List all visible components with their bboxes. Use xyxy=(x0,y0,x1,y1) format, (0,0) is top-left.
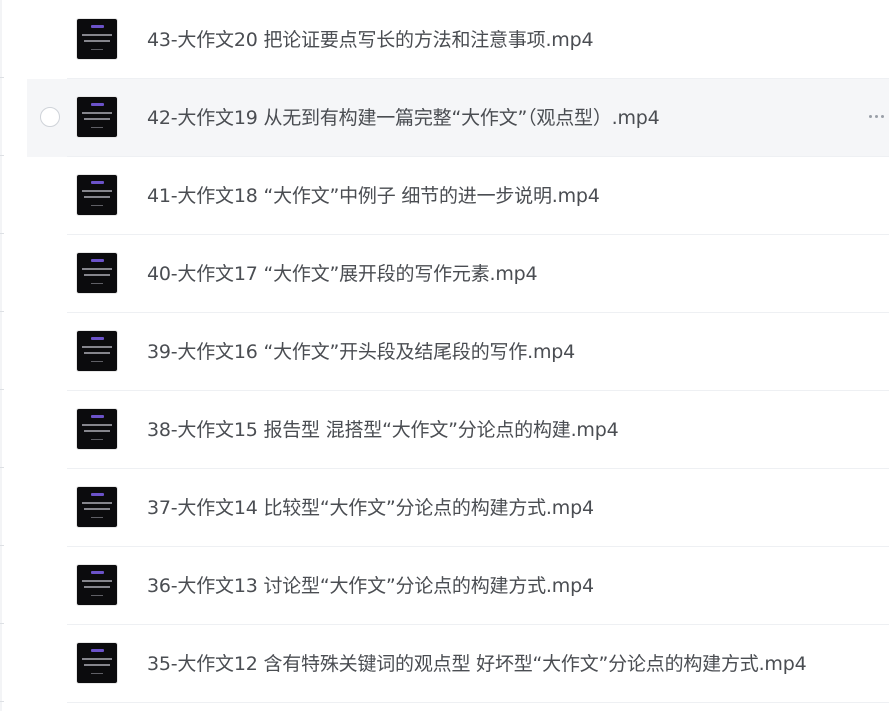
video-thumbnail-icon[interactable] xyxy=(77,565,117,605)
left-edge-mark xyxy=(0,545,4,546)
thumbnail-decoration xyxy=(84,430,110,432)
more-options-icon[interactable] xyxy=(869,111,887,123)
file-row[interactable]: 43-大作文20 把论证要点写长的方法和注意事项.mp4 xyxy=(27,1,889,79)
video-thumbnail-icon[interactable] xyxy=(77,19,117,59)
file-row[interactable]: 41-大作文18 “大作文”中例子 细节的进一步说明.mp4 xyxy=(27,157,889,235)
left-edge-mark xyxy=(0,311,4,312)
more-dot xyxy=(869,115,872,118)
file-row[interactable]: 39-大作文16 “大作文”开头段及结尾段的写作.mp4 xyxy=(27,313,889,391)
left-edge-mark xyxy=(0,701,4,702)
thumbnail-decoration xyxy=(91,439,103,440)
file-name[interactable]: 40-大作文17 “大作文”展开段的写作元素.mp4 xyxy=(147,263,538,285)
thumbnail-decoration xyxy=(91,103,104,106)
thumbnail-decoration xyxy=(91,415,104,418)
left-edge-mark xyxy=(0,233,4,234)
thumbnail-decoration xyxy=(84,274,110,276)
file-row[interactable]: 38-大作文15 报告型 混搭型“大作文”分论点的构建.mp4 xyxy=(27,391,889,469)
thumbnail-decoration xyxy=(84,196,110,198)
thumbnail-decoration xyxy=(82,502,112,504)
left-edge-mark xyxy=(0,467,4,468)
thumbnail-decoration xyxy=(82,658,112,660)
file-list: 43-大作文20 把论证要点写长的方法和注意事项.mp4 42-大作文19 从无到… xyxy=(0,0,889,711)
thumbnail-decoration xyxy=(82,34,112,36)
thumbnail-decoration xyxy=(91,283,103,284)
thumbnail-decoration xyxy=(91,181,104,184)
thumbnail-decoration xyxy=(91,595,103,596)
thumbnail-decoration xyxy=(91,337,104,340)
thumbnail-decoration xyxy=(82,346,112,348)
left-edge-mark xyxy=(0,155,4,156)
file-name[interactable]: 43-大作文20 把论证要点写长的方法和注意事项.mp4 xyxy=(147,29,594,51)
thumbnail-decoration xyxy=(84,508,110,510)
video-thumbnail-icon[interactable] xyxy=(77,643,117,683)
video-thumbnail-icon[interactable] xyxy=(77,175,117,215)
thumbnail-decoration xyxy=(82,190,112,192)
video-thumbnail-icon[interactable] xyxy=(77,331,117,371)
video-thumbnail-icon[interactable] xyxy=(77,97,117,137)
file-row[interactable]: 42-大作文19 从无到有构建一篇完整“大作文”（观点型）.mp4 xyxy=(27,79,889,157)
file-name[interactable]: 36-大作文13 讨论型“大作文”分论点的构建方式.mp4 xyxy=(147,575,594,597)
thumbnail-decoration xyxy=(82,112,112,114)
thumbnail-decoration xyxy=(91,49,103,50)
left-panel-edge xyxy=(0,0,2,711)
thumbnail-decoration xyxy=(91,493,104,496)
left-edge-mark xyxy=(0,623,4,624)
file-row[interactable]: 40-大作文17 “大作文”展开段的写作元素.mp4 xyxy=(27,235,889,313)
thumbnail-decoration xyxy=(84,118,110,120)
video-thumbnail-icon[interactable] xyxy=(77,487,117,527)
more-dot xyxy=(875,115,878,118)
thumbnail-decoration xyxy=(91,127,103,128)
file-row[interactable]: 35-大作文12 含有特殊关键词的观点型 好坏型“大作文”分论点的构建方式.mp… xyxy=(27,625,889,703)
thumbnail-decoration xyxy=(84,664,110,666)
video-thumbnail-icon[interactable] xyxy=(77,253,117,293)
thumbnail-decoration xyxy=(82,268,112,270)
thumbnail-decoration xyxy=(91,571,104,574)
file-name[interactable]: 39-大作文16 “大作文”开头段及结尾段的写作.mp4 xyxy=(147,341,575,363)
file-name[interactable]: 37-大作文14 比较型“大作文”分论点的构建方式.mp4 xyxy=(147,497,594,519)
thumbnail-decoration xyxy=(91,517,103,518)
more-dot xyxy=(881,115,884,118)
video-thumbnail-icon[interactable] xyxy=(77,409,117,449)
file-row[interactable]: 36-大作文13 讨论型“大作文”分论点的构建方式.mp4 xyxy=(27,547,889,625)
thumbnail-decoration xyxy=(91,25,104,28)
thumbnail-decoration xyxy=(84,40,110,42)
thumbnail-decoration xyxy=(82,424,112,426)
left-edge-mark xyxy=(0,389,4,390)
thumbnail-decoration xyxy=(91,649,104,652)
left-edge-mark xyxy=(0,77,4,78)
row-divider xyxy=(67,702,889,703)
file-name[interactable]: 42-大作文19 从无到有构建一篇完整“大作文”（观点型）.mp4 xyxy=(147,107,660,129)
file-row[interactable]: 37-大作文14 比较型“大作文”分论点的构建方式.mp4 xyxy=(27,469,889,547)
thumbnail-decoration xyxy=(91,673,103,674)
thumbnail-decoration xyxy=(91,205,103,206)
file-name[interactable]: 35-大作文12 含有特殊关键词的观点型 好坏型“大作文”分论点的构建方式.mp… xyxy=(147,653,807,675)
thumbnail-decoration xyxy=(84,586,110,588)
thumbnail-decoration xyxy=(91,361,103,362)
thumbnail-decoration xyxy=(91,259,104,262)
thumbnail-decoration xyxy=(84,352,110,354)
select-circle-icon[interactable] xyxy=(40,107,60,127)
file-name[interactable]: 41-大作文18 “大作文”中例子 细节的进一步说明.mp4 xyxy=(147,185,600,207)
file-name[interactable]: 38-大作文15 报告型 混搭型“大作文”分论点的构建.mp4 xyxy=(147,419,619,441)
thumbnail-decoration xyxy=(82,580,112,582)
